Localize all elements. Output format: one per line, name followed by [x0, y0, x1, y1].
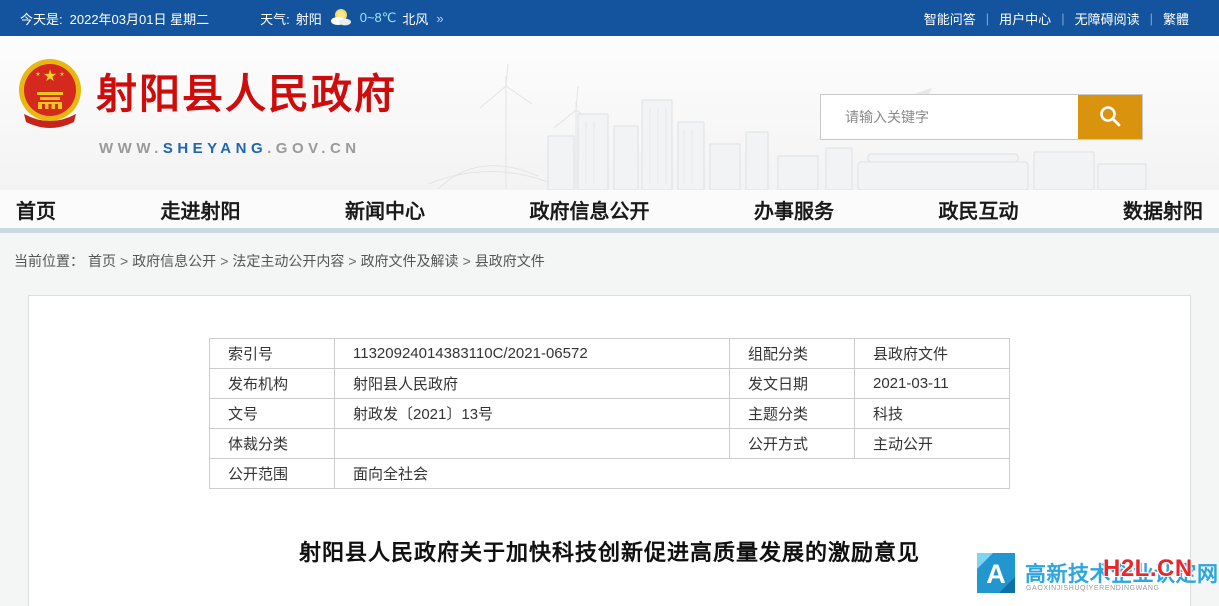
doc-info-value: 面向全社会	[335, 459, 1010, 489]
site-url-suffix: .GOV.CN	[267, 140, 360, 157]
topbar-link-traditional-chinese[interactable]: 繁體	[1163, 9, 1189, 28]
doc-info-row: 文号射政发〔2021〕13号主题分类科技	[210, 399, 1010, 429]
doc-info-label: 组配分类	[730, 339, 855, 369]
nav-item-services[interactable]: 办事服务	[754, 195, 834, 224]
national-emblem-logo: ★ ★ ★	[18, 56, 82, 133]
doc-info-value: 科技	[855, 399, 1010, 429]
svg-text:A: A	[986, 559, 1006, 589]
breadcrumb-separator: >	[220, 253, 228, 269]
weather-label: 天气:	[260, 9, 290, 28]
doc-info-label: 公开方式	[730, 429, 855, 459]
watermark-h2l-text: H2L.CN	[1103, 555, 1193, 583]
doc-info-value: 射阳县人民政府	[335, 369, 730, 399]
doc-info-label: 文号	[210, 399, 335, 429]
breadcrumb: 当前位置：首页>政府信息公开>法定主动公开内容>政府文件及解读>县政府文件	[0, 233, 1219, 295]
watermark-logo: A 高新技术企业认定网 H2L.CN GAOXINJISHUQIYERENDIN…	[965, 546, 1219, 606]
doc-info-table: 索引号11320924014383110C/2021-06572组配分类县政府文…	[209, 338, 1010, 489]
doc-info-row: 索引号11320924014383110C/2021-06572组配分类县政府文…	[210, 339, 1010, 369]
doc-info-value: 2021-03-11	[855, 369, 1010, 399]
topbar-links: 智能问答 | 用户中心 | 无障碍阅读 | 繁體	[914, 9, 1199, 28]
breadcrumb-label: 当前位置：	[14, 253, 84, 269]
doc-info-row: 发布机构射阳县人民政府发文日期2021-03-11	[210, 369, 1010, 399]
nav-item-public-interaction[interactable]: 政民互动	[939, 195, 1019, 224]
nav-item-news-center[interactable]: 新闻中心	[345, 195, 425, 224]
doc-info-value: 主动公开	[855, 429, 1010, 459]
breadcrumb-link-4[interactable]: 政府文件及解读	[361, 253, 459, 269]
temperature: 0~8℃	[360, 10, 397, 26]
search-button[interactable]	[1078, 95, 1142, 139]
watermark-pinyin-text: GAOXINJISHUQIYERENDINGWANG	[1026, 585, 1160, 592]
search-input[interactable]	[821, 95, 1078, 139]
doc-info-value: 射政发〔2021〕13号	[335, 399, 730, 429]
doc-info-value	[335, 429, 730, 459]
main-nav: 首页 走进射阳 新闻中心 政府信息公开 办事服务 政民互动 数据射阳	[0, 190, 1219, 228]
svg-text:★: ★	[35, 71, 40, 78]
site-url: WWW.SHEYANG.GOV.CN	[99, 140, 361, 157]
watermark-a-icon: A	[973, 547, 1019, 602]
doc-info-label: 主题分类	[730, 399, 855, 429]
date-label: 今天是:	[20, 9, 63, 28]
nav-item-gov-info-disclosure[interactable]: 政府信息公开	[530, 195, 650, 224]
doc-info-label: 发文日期	[730, 369, 855, 399]
link-separator: |	[1150, 11, 1153, 26]
doc-info-row: 体裁分类 公开方式主动公开	[210, 429, 1010, 459]
weather-more-arrow[interactable]: »	[436, 11, 443, 26]
doc-info-row: 公开范围面向全社会	[210, 459, 1010, 489]
nav-item-about-sheyang[interactable]: 走进射阳	[161, 195, 241, 224]
svg-text:★: ★	[59, 71, 64, 78]
breadcrumb-link-5[interactable]: 县政府文件	[475, 253, 545, 269]
doc-info-label: 公开范围	[210, 459, 335, 489]
site-url-domain: SHEYANG	[163, 140, 267, 157]
search-icon	[1098, 104, 1122, 131]
breadcrumb-separator: >	[348, 253, 356, 269]
topbar-link-user-center[interactable]: 用户中心	[999, 9, 1051, 28]
topbar: 今天是: 2022年03月01日 星期二 天气: 射阳 0~8℃ 北风 » 智能…	[0, 0, 1219, 36]
site-url-www: WWW.	[99, 140, 163, 157]
weather-city: 射阳	[296, 9, 322, 28]
breadcrumb-link-2[interactable]: 政府信息公开	[132, 253, 216, 269]
doc-info-label: 体裁分类	[210, 429, 335, 459]
doc-info-value: 县政府文件	[855, 339, 1010, 369]
topbar-link-smart-qa[interactable]: 智能问答	[924, 9, 976, 28]
doc-info-label: 索引号	[210, 339, 335, 369]
current-date: 2022年03月01日 星期二	[70, 9, 209, 28]
topbar-link-accessibility[interactable]: 无障碍阅读	[1075, 9, 1140, 28]
sun-cloud-icon	[328, 7, 354, 30]
doc-info-value: 11320924014383110C/2021-06572	[335, 339, 730, 369]
nav-item-home[interactable]: 首页	[16, 195, 56, 224]
doc-info-label: 发布机构	[210, 369, 335, 399]
breadcrumb-link-3[interactable]: 法定主动公开内容	[232, 253, 344, 269]
site-header: ★ ★ ★ 射阳县人民政府 WWW.SHEYANG.GOV.CN	[0, 36, 1219, 190]
search-box	[820, 94, 1143, 140]
breadcrumb-separator: >	[463, 253, 471, 269]
breadcrumb-separator: >	[120, 253, 128, 269]
wind: 北风	[402, 9, 428, 28]
link-separator: |	[1061, 11, 1064, 26]
site-title: 射阳县人民政府	[96, 60, 397, 120]
nav-item-data-sheyang[interactable]: 数据射阳	[1123, 195, 1203, 224]
breadcrumb-link-1[interactable]: 首页	[88, 253, 116, 269]
link-separator: |	[986, 11, 989, 26]
svg-text:★: ★	[43, 68, 57, 85]
